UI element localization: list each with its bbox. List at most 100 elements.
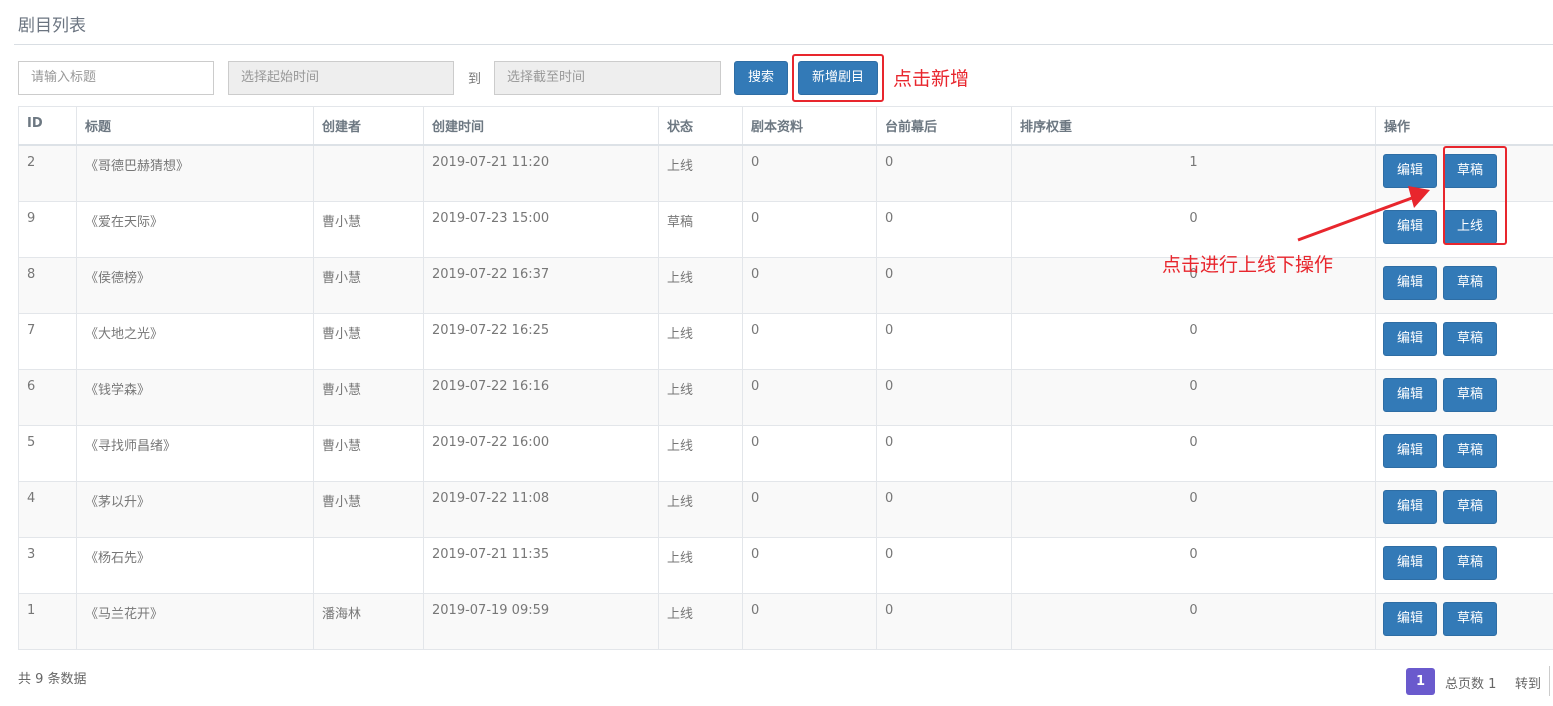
header-creator: 创建者 [313, 106, 424, 146]
edit-button[interactable]: 编辑 [1383, 545, 1437, 580]
cell-id: 1 [18, 592, 77, 650]
cell-status: 草稿 [658, 200, 743, 258]
table-row: 6 《钱学森》 曹小慧 2019-07-22 16:16 上线 0 0 0 编辑 草稿 [18, 368, 1553, 426]
title-divider [14, 44, 1553, 45]
cell-id: 9 [18, 200, 77, 258]
end-time-input[interactable]: 选择截至时间 [494, 61, 721, 95]
cell-status: 上线 [658, 256, 743, 314]
add-play-button[interactable]: 新增剧目 [798, 61, 878, 95]
status-toggle-button[interactable]: 草稿 [1443, 545, 1497, 580]
cell-script-count: 0 [742, 144, 877, 202]
table-row: 5 《寻找师昌绪》 曹小慧 2019-07-22 16:00 上线 0 0 0 编辑 草稿 [18, 424, 1553, 482]
cell-title: 《寻找师昌绪》 [76, 424, 314, 482]
cell-title: 《杨石先》 [76, 536, 314, 594]
annotation-arrow [1297, 186, 1430, 242]
cell-id: 2 [18, 144, 77, 202]
cell-created-time: 2019-07-22 16:16 [423, 368, 659, 426]
cell-backstage-count: 0 [876, 368, 1012, 426]
cell-sort-weight: 0 [1011, 536, 1376, 594]
header-title: 标题 [76, 106, 314, 146]
edit-button[interactable]: 编辑 [1383, 489, 1437, 524]
cell-backstage-count: 0 [876, 480, 1012, 538]
cell-backstage-count: 0 [876, 144, 1012, 202]
cell-actions: 编辑 草稿 [1375, 536, 1553, 594]
toggle-annotation-text: 点击进行上线下操作 [1162, 254, 1334, 276]
edit-button[interactable]: 编辑 [1383, 321, 1437, 356]
cell-title: 《大地之光》 [76, 312, 314, 370]
page-title: 剧目列表 [18, 16, 86, 36]
start-time-input[interactable]: 选择起始时间 [228, 61, 454, 95]
cell-status: 上线 [658, 424, 743, 482]
status-toggle-button[interactable]: 草稿 [1443, 489, 1497, 524]
cell-id: 3 [18, 536, 77, 594]
cell-status: 上线 [658, 312, 743, 370]
header-weight: 排序权重 [1011, 106, 1376, 146]
search-button[interactable]: 搜索 [734, 61, 788, 95]
cell-sort-weight: 0 [1011, 592, 1376, 650]
total-pages-label: 总页数 1 [1445, 677, 1497, 692]
cell-script-count: 0 [742, 256, 877, 314]
status-toggle-button[interactable]: 草稿 [1443, 433, 1497, 468]
status-toggle-button[interactable]: 草稿 [1443, 321, 1497, 356]
cell-created-time: 2019-07-22 16:25 [423, 312, 659, 370]
table-row: 3 《杨石先》 2019-07-21 11:35 上线 0 0 0 编辑 草稿 [18, 536, 1553, 594]
status-toggle-button[interactable]: 上线 [1443, 209, 1497, 244]
cell-backstage-count: 0 [876, 256, 1012, 314]
cell-creator: 曹小慧 [313, 200, 424, 258]
goto-label: 转到 [1515, 677, 1542, 692]
cell-creator: 曹小慧 [313, 368, 424, 426]
date-range-separator: 到 [468, 72, 482, 87]
cell-actions: 编辑 草稿 [1375, 256, 1553, 314]
cell-script-count: 0 [742, 424, 877, 482]
header-id: ID [18, 106, 77, 146]
header-backstage: 台前幕后 [876, 106, 1012, 146]
status-toggle-button[interactable]: 草稿 [1443, 601, 1497, 636]
cell-created-time: 2019-07-23 15:00 [423, 200, 659, 258]
status-toggle-button[interactable]: 草稿 [1443, 265, 1497, 300]
cell-created-time: 2019-07-19 09:59 [423, 592, 659, 650]
cell-backstage-count: 0 [876, 536, 1012, 594]
edit-button[interactable]: 编辑 [1383, 433, 1437, 468]
cell-script-count: 0 [742, 592, 877, 650]
edit-button[interactable]: 编辑 [1383, 601, 1437, 636]
cell-title: 《侯德榜》 [76, 256, 314, 314]
cell-actions: 编辑 草稿 [1375, 592, 1553, 650]
status-toggle-button[interactable]: 草稿 [1443, 377, 1497, 412]
table-row: 7 《大地之光》 曹小慧 2019-07-22 16:25 上线 0 0 0 编辑 草稿 [18, 312, 1553, 370]
cell-created-time: 2019-07-22 16:00 [423, 424, 659, 482]
cell-creator: 曹小慧 [313, 424, 424, 482]
cell-backstage-count: 0 [876, 592, 1012, 650]
cell-created-time: 2019-07-22 11:08 [423, 480, 659, 538]
cell-title: 《茅以升》 [76, 480, 314, 538]
cell-script-count: 0 [742, 312, 877, 370]
cell-status: 上线 [658, 368, 743, 426]
edit-button[interactable]: 编辑 [1383, 377, 1437, 412]
cell-actions: 编辑 草稿 [1375, 368, 1553, 426]
cell-created-time: 2019-07-21 11:35 [423, 536, 659, 594]
table-row: 4 《茅以升》 曹小慧 2019-07-22 11:08 上线 0 0 0 编辑 草稿 [18, 480, 1553, 538]
cell-sort-weight: 0 [1011, 312, 1376, 370]
cell-title: 《爱在天际》 [76, 200, 314, 258]
table-header-row: ID 标题 创建者 创建时间 状态 剧本资料 台前幕后 排序权重 操作 [18, 106, 1553, 146]
cell-script-count: 0 [742, 200, 877, 258]
cell-status: 上线 [658, 536, 743, 594]
cell-backstage-count: 0 [876, 312, 1012, 370]
cell-creator [313, 144, 424, 202]
header-actions: 操作 [1375, 106, 1553, 146]
goto-input[interactable] [1549, 666, 1550, 696]
current-page-button[interactable]: 1 [1406, 668, 1435, 695]
cell-sort-weight: 0 [1011, 424, 1376, 482]
cell-status: 上线 [658, 144, 743, 202]
title-search-input[interactable]: 请输入标题 [18, 61, 214, 95]
status-toggle-button[interactable]: 草稿 [1443, 154, 1497, 188]
cell-sort-weight: 0 [1011, 480, 1376, 538]
header-created: 创建时间 [423, 106, 659, 146]
cell-created-time: 2019-07-21 11:20 [423, 144, 659, 202]
cell-sort-weight: 0 [1011, 368, 1376, 426]
cell-backstage-count: 0 [876, 424, 1012, 482]
record-count: 共 9 条数据 [18, 672, 87, 687]
cell-id: 8 [18, 256, 77, 314]
cell-backstage-count: 0 [876, 200, 1012, 258]
cell-title: 《钱学森》 [76, 368, 314, 426]
edit-button[interactable]: 编辑 [1383, 265, 1437, 300]
